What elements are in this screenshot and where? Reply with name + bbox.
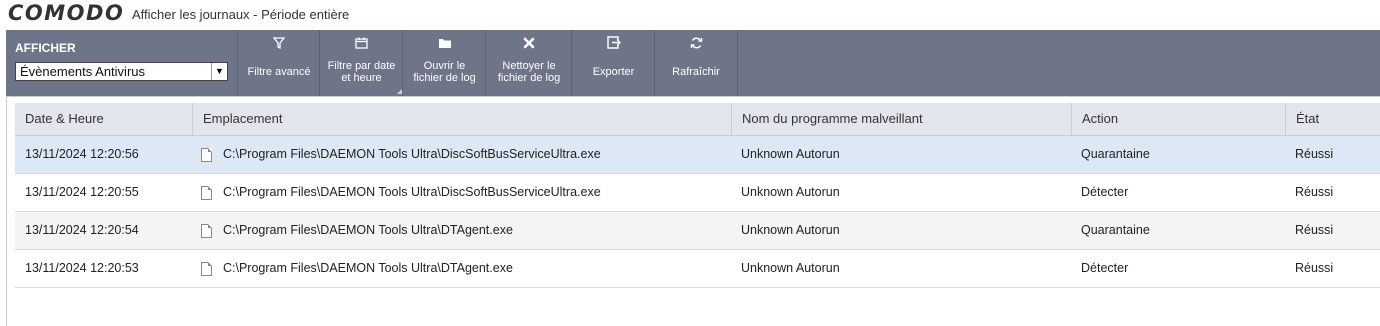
export-icon (572, 36, 655, 54)
close-x-icon (486, 36, 572, 54)
table-row[interactable]: 13/11/2024 12:20:53 C:\Program Files\DAE… (15, 250, 1380, 288)
cell-action: Détecter (1081, 185, 1129, 199)
column-header-location[interactable]: Emplacement (192, 103, 732, 135)
file-icon (201, 148, 212, 162)
refresh-icon (655, 36, 737, 54)
folder-icon (403, 36, 486, 54)
view-select-value: Évènements Antivirus (20, 64, 146, 79)
table-row[interactable]: 13/11/2024 12:20:56 C:\Program Files\DAE… (15, 136, 1380, 174)
advanced-filter-button[interactable]: Filtre avancé (237, 30, 320, 96)
clear-log-button[interactable]: Nettoyer le fichier de log (485, 30, 572, 96)
column-header-malware-name[interactable]: Nom du programme malveillant (731, 103, 1071, 135)
column-header-state[interactable]: État (1285, 103, 1380, 135)
table-header: Date & Heure Emplacement Nom du programm… (15, 103, 1380, 136)
cell-malware-name: Unknown Autorun (741, 147, 840, 161)
comodo-logo: COMODO (8, 1, 125, 25)
file-icon (201, 224, 212, 238)
filter-icon (238, 36, 320, 54)
advanced-filter-label: Filtre avancé (247, 66, 311, 78)
cell-state: Réussi (1295, 223, 1334, 237)
cell-state: Réussi (1295, 261, 1334, 275)
cell-malware-name: Unknown Autorun (741, 223, 840, 237)
cell-malware-name: Unknown Autorun (741, 185, 840, 199)
cell-date: 13/11/2024 12:20:56 (25, 147, 139, 161)
cell-action: Quarantaine (1081, 147, 1150, 161)
cell-location: C:\Program Files\DAEMON Tools Ultra\Disc… (223, 147, 601, 161)
cell-location: C:\Program Files\DAEMON Tools Ultra\DTAg… (223, 261, 513, 275)
table-row[interactable]: 13/11/2024 12:20:55 C:\Program Files\DAE… (15, 174, 1380, 212)
date-filter-label: Filtre par date et heure (327, 60, 396, 84)
cell-state: Réussi (1295, 185, 1334, 199)
cell-location: C:\Program Files\DAEMON Tools Ultra\Disc… (223, 185, 601, 199)
open-log-button[interactable]: Ouvrir le fichier de log (402, 30, 486, 96)
cell-date: 13/11/2024 12:20:55 (25, 185, 139, 199)
calendar-icon (320, 36, 403, 54)
column-header-date[interactable]: Date & Heure (15, 103, 192, 135)
column-header-action[interactable]: Action (1071, 103, 1285, 135)
window-title: Afficher les journaux - Période entière (132, 7, 350, 22)
file-icon (201, 186, 212, 200)
date-filter-button[interactable]: Filtre par date et heure (319, 30, 403, 96)
title-bar: COMODO Afficher les journaux - Période e… (0, 0, 1380, 30)
file-icon (201, 262, 212, 276)
export-button[interactable]: Exporter (571, 30, 655, 96)
cell-date: 13/11/2024 12:20:53 (25, 261, 139, 275)
cell-action: Détecter (1081, 261, 1129, 275)
afficher-label: AFFICHER (15, 41, 76, 55)
cell-malware-name: Unknown Autorun (741, 261, 840, 275)
refresh-label: Rafraîchir (672, 66, 720, 78)
cell-action: Quarantaine (1081, 223, 1150, 237)
open-log-label: Ouvrir le fichier de log (413, 60, 476, 84)
view-select[interactable]: Évènements Antivirus ▼ (15, 62, 228, 81)
cell-date: 13/11/2024 12:20:54 (25, 223, 139, 237)
cell-state: Réussi (1295, 147, 1334, 161)
clear-log-label: Nettoyer le fichier de log (497, 60, 561, 84)
table-row[interactable]: 13/11/2024 12:20:54 C:\Program Files\DAE… (15, 212, 1380, 250)
refresh-button[interactable]: Rafraîchir (654, 30, 738, 96)
export-label: Exporter (592, 66, 635, 78)
cell-location: C:\Program Files\DAEMON Tools Ultra\DTAg… (223, 223, 513, 237)
toolbar: AFFICHER Évènements Antivirus ▼ Filtre a… (6, 30, 1380, 96)
chevron-down-icon[interactable]: ▼ (211, 63, 227, 80)
